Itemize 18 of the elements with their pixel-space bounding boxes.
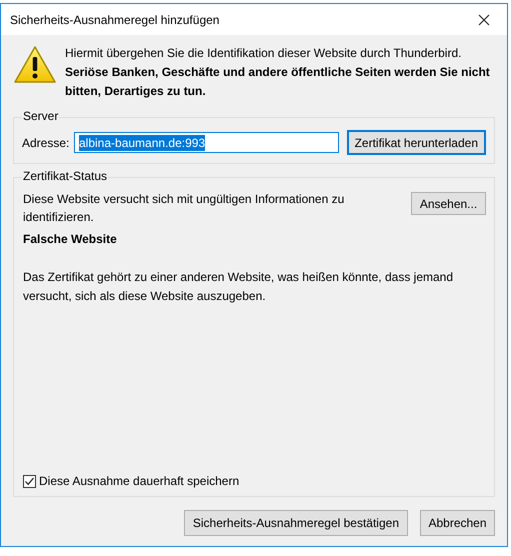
status-detail: Das Zertifikat gehört zu einer anderen Website, was heißen könnte, dass jemand versucht, sich als diese Website auszugeben. [23,269,453,305]
download-certificate-button[interactable]: Zertifikat herunterladen [346,130,486,155]
warning-text: Seriöse Banken, Geschäfte und andere öffentliche Seiten werden Sie nicht bitten, Derartiges zu tun. [65,64,491,100]
dialog-button[interactable]: Sicherheits-Ausnahmeregel bestätigen [184,510,408,536]
address-field[interactable]: albina-baumann.de:993 [74,132,339,153]
status-text: Diese Website versucht sich mit ungültigen Informationen zu identifizieren. [23,191,346,226]
dialog-button[interactable]: Abbrechen [420,510,495,536]
close-icon [478,14,490,26]
group-legend: Server [22,109,60,123]
view-button[interactable]: Ansehen... [411,192,486,215]
info-text: Hiermit übergehen Sie die Identifikation dieser Website durch Thunderbird. [65,45,462,62]
checkbox[interactable] [23,474,36,488]
checkbox-label[interactable]: Diese Ausnahme dauerhaft speichern [39,474,240,488]
status-heading: Falsche Website [23,232,118,246]
warning-icon [13,45,57,85]
address-label: Adresse: [22,136,66,150]
window-title: Sicherheits-Ausnahmeregel hinzufügen [10,12,220,26]
group-legend: Zertifikat-Status [22,169,108,183]
